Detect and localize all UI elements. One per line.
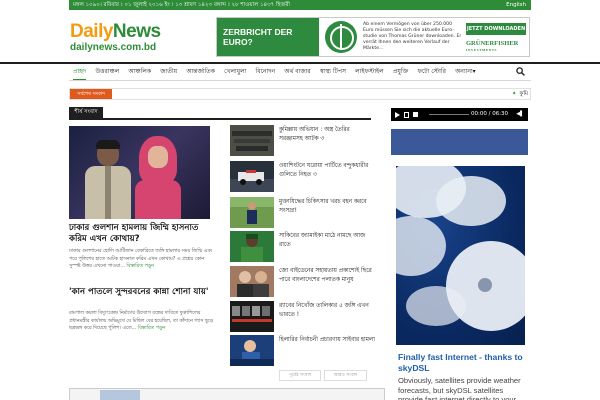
nav-item-health[interactable]: স্বাস্থ্য টিপস bbox=[320, 64, 346, 80]
nav-item-sports[interactable]: খেলাধুলা bbox=[224, 64, 246, 80]
list-item[interactable]: মুক্তাযিদ্ধের চিকিৎসার খরচ বহন করবে সংসদ… bbox=[230, 197, 375, 229]
news-title[interactable]: ওয়াশিংটনে ঘরোয়া পার্টিতে বন্দুকধারীর গ… bbox=[279, 162, 375, 179]
more-news-button[interactable]: আরও সংবাদ bbox=[324, 370, 367, 381]
logo-url: dailynews.com.bd bbox=[70, 42, 157, 53]
ad-brand: GRÜNERFISHER INVESTMENTS bbox=[466, 40, 528, 54]
satellite-ad-image[interactable] bbox=[396, 166, 525, 345]
ad-headline: ZERBRICHT DER EURO? bbox=[217, 18, 319, 56]
stop-icon[interactable] bbox=[404, 111, 409, 118]
list-item[interactable]: সাকিবের জ্যামাইকা মাঠে নামছে আজ রাতে bbox=[230, 231, 375, 263]
news-thumbnail[interactable] bbox=[230, 231, 274, 262]
nav-item-north[interactable]: উত্তরাঞ্চল bbox=[96, 64, 120, 80]
audio-time: 00:00 / 06:30 bbox=[471, 111, 509, 117]
second-story-title[interactable]: 'কান পাতলে সুন্দরবনের কান্না শোনা যায়' bbox=[69, 287, 213, 298]
list-item[interactable]: ওয়াশিংটনে ঘরোয়া পার্টিতে বন্দুকধারীর গ… bbox=[230, 161, 375, 193]
news-title[interactable]: র‍্যাবের নিখোঁজ তালিকার ৫ জঙ্গি এখন ভারত… bbox=[279, 302, 375, 319]
news-title[interactable]: মুক্তাযিদ্ধের চিকিৎসার খরচ বহন করবে সংসদ… bbox=[279, 198, 375, 215]
news-thumbnail[interactable] bbox=[230, 197, 274, 228]
main-story-image[interactable] bbox=[69, 126, 210, 219]
ticker-text: কুমি bbox=[519, 91, 528, 97]
news-title[interactable]: হিলারির নির্বাচনী প্রচারণায় সাইবার হামল… bbox=[279, 336, 375, 345]
news-thumbnail[interactable] bbox=[230, 335, 274, 366]
nav-item-national[interactable]: জাতীয় bbox=[160, 64, 177, 80]
ad-description: Obviously, satellites provide weather fo… bbox=[398, 376, 521, 400]
ad-download-button[interactable]: JETZT DOWNLOADEN bbox=[466, 23, 526, 35]
chevron-down-icon: ▾ bbox=[472, 68, 476, 75]
nav-item-regional[interactable]: আঞ্চলিক bbox=[128, 64, 151, 80]
nav-item-market[interactable]: অর্থ বাজার bbox=[284, 64, 310, 80]
date-text: মঙ্গল ১০৯০। রবিবার । ০১ জুলাই ২০১৬ ইং । … bbox=[73, 2, 290, 8]
news-title[interactable]: সাকিবের জ্যামাইকা মাঠে নামছে আজ রাতে bbox=[279, 232, 375, 249]
list-item[interactable]: জো বাইডেনের সহায়তায় প্রকাশ্যেই ছিরে পা… bbox=[230, 266, 375, 298]
logo-news: News bbox=[112, 21, 161, 42]
second-story-read-more[interactable]: বিস্তারিত পড়ুন bbox=[138, 326, 166, 331]
breaking-ticker[interactable]: ✦ কুমি bbox=[512, 89, 528, 99]
ad-brand-name: GRÜNERFISHER bbox=[466, 40, 519, 47]
prev-news-button[interactable]: পূর্বের সংবাদ bbox=[279, 370, 321, 381]
breaking-news-bar: সর্বশেষ সংবাদ ✦ কুমি bbox=[69, 88, 531, 100]
main-story-read-more[interactable]: বিস্তারিত পড়ুন bbox=[126, 264, 154, 269]
logo-daily: Daily bbox=[70, 21, 113, 42]
news-thumbnail[interactable] bbox=[230, 161, 274, 192]
globe-icon bbox=[325, 21, 357, 53]
progress-bar[interactable] bbox=[429, 114, 469, 115]
nav-item-photo[interactable]: ফটো স্টোরি bbox=[418, 64, 446, 80]
search-icon[interactable] bbox=[516, 67, 525, 76]
main-nav: প্রচ্ছদ উত্তরাঞ্চল আঞ্চলিক জাতীয় আন্তর্… bbox=[0, 64, 600, 80]
breaking-label: সর্বশেষ সংবাদ bbox=[70, 89, 112, 99]
news-title[interactable]: জো বাইডেনের সহায়তায় প্রকাশ্যেই ছিরে পা… bbox=[279, 267, 375, 284]
second-story-summary: রামপাল কয়লা বিদ্যুৎকেন্দ্র নির্মাণের উদ… bbox=[69, 310, 217, 333]
nav-item-tech[interactable]: প্রযুক্তি bbox=[393, 64, 408, 80]
nav-item-others-label: অন্যান্য bbox=[455, 68, 473, 75]
news-title[interactable]: কুমিল্লায় অভিযান : অস্ত্র তৈরির সরঞ্জাম… bbox=[279, 126, 375, 143]
list-item[interactable]: র‍্যাবের নিখোঁজ তালিকার ৫ জঙ্গি এখন ভারত… bbox=[230, 301, 375, 333]
list-item[interactable]: কুমিল্লায় অভিযান : অস্ত্র তৈরির সরঞ্জাম… bbox=[230, 125, 375, 157]
volume-icon[interactable] bbox=[413, 112, 418, 117]
header-ad-banner[interactable]: ZERBRICHT DER EURO? Ab einem Vermögen vo… bbox=[216, 17, 530, 57]
top-bar: মঙ্গল ১০৯০। রবিবার । ০১ জুলাই ২০১৬ ইং । … bbox=[0, 0, 600, 10]
section-header: শীর্ষ সংবাদ bbox=[69, 107, 371, 120]
section-label: শীর্ষ সংবাদ bbox=[69, 107, 103, 118]
nav-bottom-border bbox=[69, 80, 531, 81]
list-item[interactable]: হিলারির নির্বাচনী প্রচারণায় সাইবার হামল… bbox=[230, 335, 375, 367]
nav-item-international[interactable]: আন্তর্জাতিক bbox=[186, 64, 215, 80]
nav-item-others[interactable]: অন্যান্য▾ bbox=[455, 64, 476, 80]
pagination: পূর্বের সংবাদ আরও সংবাদ bbox=[279, 370, 367, 382]
nav-item-home[interactable]: প্রচ্ছদ bbox=[73, 64, 87, 80]
bottom-ad-banner[interactable] bbox=[69, 388, 385, 400]
ad-text: Ab einem Vermögen von über 250.000 Euro … bbox=[363, 22, 462, 51]
social-widget[interactable] bbox=[391, 129, 528, 155]
ad-title[interactable]: Finally fast Internet - thanks to skyDSL bbox=[398, 352, 528, 374]
date-bar: মঙ্গল ১০৯০। রবিবার । ০১ জুলাই ২০১৬ ইং । … bbox=[69, 0, 531, 10]
site-logo[interactable]: DailyNews dailynews.com.bd bbox=[70, 22, 180, 58]
news-thumbnail[interactable] bbox=[230, 301, 274, 332]
language-link[interactable]: English bbox=[506, 0, 526, 10]
nav-item-entertainment[interactable]: বিনোদন bbox=[256, 64, 276, 80]
news-thumbnail[interactable] bbox=[230, 266, 274, 297]
ad-brand-sub: INVESTMENTS bbox=[466, 48, 497, 52]
play-icon[interactable] bbox=[395, 111, 400, 118]
bottom-ad-image bbox=[100, 390, 140, 400]
audio-player: 00:00 / 06:30 ◀▌ bbox=[391, 108, 528, 121]
main-story-summary: ঢাকার গুলশানের হোলি আর্টিজান বেকারিতে জঙ… bbox=[69, 248, 214, 271]
main-story-title[interactable]: ঢাকার গুলশান হামলায় জিম্মি হাসনাত করিম … bbox=[69, 223, 211, 245]
nav-item-lifestyle[interactable]: লাইফস্টাইল bbox=[355, 64, 384, 80]
mute-icon[interactable]: ◀▌ bbox=[516, 108, 524, 121]
news-thumbnail[interactable] bbox=[230, 125, 274, 156]
star-icon: ✦ bbox=[511, 91, 517, 97]
